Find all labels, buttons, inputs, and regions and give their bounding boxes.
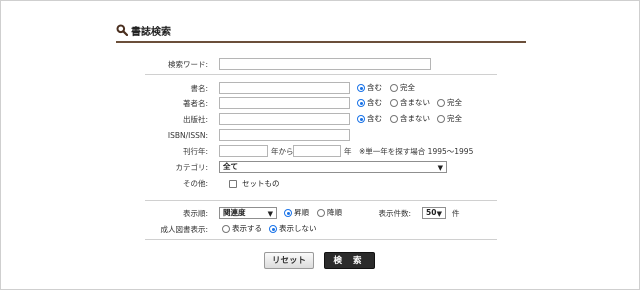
title-match-exact-radio[interactable]	[390, 84, 398, 92]
chevron-down-icon: ▼	[437, 164, 443, 172]
keyword-label: 検索ワード:	[167, 60, 208, 69]
section-header: 書誌検索	[116, 21, 526, 43]
category-select-value: 全て	[223, 162, 238, 171]
other-label: その他:	[182, 179, 208, 188]
publisher-match-exact-radio[interactable]	[437, 115, 445, 123]
publisher-match-excludes-radio[interactable]	[390, 115, 398, 123]
author-match-exact-label: 完全	[447, 98, 462, 107]
publisher-match-contains-label: 含む	[367, 114, 382, 123]
author-input[interactable]	[219, 97, 350, 109]
divider	[145, 239, 497, 240]
keyword-input[interactable]	[219, 58, 431, 70]
pubyear-to-input[interactable]	[293, 145, 341, 157]
publisher-match-contains-radio[interactable]	[357, 115, 365, 123]
author-match-excludes-label: 含まない	[400, 98, 430, 107]
adult-label: 成人図書表示:	[160, 225, 208, 234]
count-unit: 件	[452, 209, 460, 218]
pubyear-label: 刊行年:	[182, 147, 208, 156]
isbn-label: ISBN/ISSN:	[167, 131, 208, 140]
sort-descending-label: 降順	[327, 208, 342, 217]
chevron-down-icon: ▼	[267, 210, 273, 218]
sort-label: 表示順:	[182, 209, 208, 218]
search-icon	[116, 24, 128, 36]
count-select-value: 50	[426, 208, 437, 217]
publisher-label: 出版社:	[182, 115, 208, 124]
pubyear-to-suffix: 年	[344, 147, 352, 156]
isbn-input[interactable]	[219, 129, 350, 141]
adult-hide-label: 表示しない	[279, 224, 317, 233]
search-button[interactable]: 検 索	[324, 252, 375, 269]
adult-show-label: 表示する	[232, 224, 262, 233]
adult-show-radio[interactable]	[222, 225, 230, 233]
divider	[145, 200, 497, 201]
author-label: 著者名:	[182, 99, 208, 108]
adult-hide-radio[interactable]	[269, 225, 277, 233]
author-match-excludes-radio[interactable]	[390, 99, 398, 107]
divider	[145, 74, 497, 75]
reset-button[interactable]: リセット	[264, 252, 314, 269]
publisher-input[interactable]	[219, 113, 350, 125]
title-input[interactable]	[219, 82, 350, 94]
sort-ascending-label: 昇順	[294, 208, 309, 217]
sort-descending-radio[interactable]	[317, 209, 325, 217]
sort-ascending-radio[interactable]	[284, 209, 292, 217]
count-label: 表示件数:	[378, 209, 411, 218]
pubyear-from-suffix: 年から	[271, 147, 294, 156]
publisher-match-excludes-label: 含まない	[400, 114, 430, 123]
author-match-contains-label: 含む	[367, 98, 382, 107]
search-panel: 書誌検索 検索ワード: 書名: 含む 完全 著者名: 含む 含まない 完全 出版…	[0, 0, 640, 290]
sort-select[interactable]: 関連度 ▼	[219, 207, 277, 219]
category-select[interactable]: 全て ▼	[219, 161, 447, 173]
sort-select-value: 関連度	[223, 208, 246, 217]
category-label: カテゴリ:	[175, 163, 208, 172]
title-match-contains-label: 含む	[367, 83, 382, 92]
count-select[interactable]: 50 ▼	[422, 207, 446, 219]
author-match-exact-radio[interactable]	[437, 99, 445, 107]
set-item-label: セットもの	[242, 179, 280, 188]
author-match-contains-radio[interactable]	[357, 99, 365, 107]
title-match-exact-label: 完全	[400, 83, 415, 92]
title-match-contains-radio[interactable]	[357, 84, 365, 92]
pubyear-from-input[interactable]	[219, 145, 268, 157]
publisher-match-exact-label: 完全	[447, 114, 462, 123]
chevron-down-icon: ▼	[436, 210, 442, 218]
set-item-checkbox[interactable]	[229, 180, 237, 188]
pubyear-hint: ※単一年を探す場合 1995〜1995	[359, 147, 474, 156]
page-title: 書誌検索	[131, 27, 171, 38]
title-label: 書名:	[190, 84, 208, 93]
